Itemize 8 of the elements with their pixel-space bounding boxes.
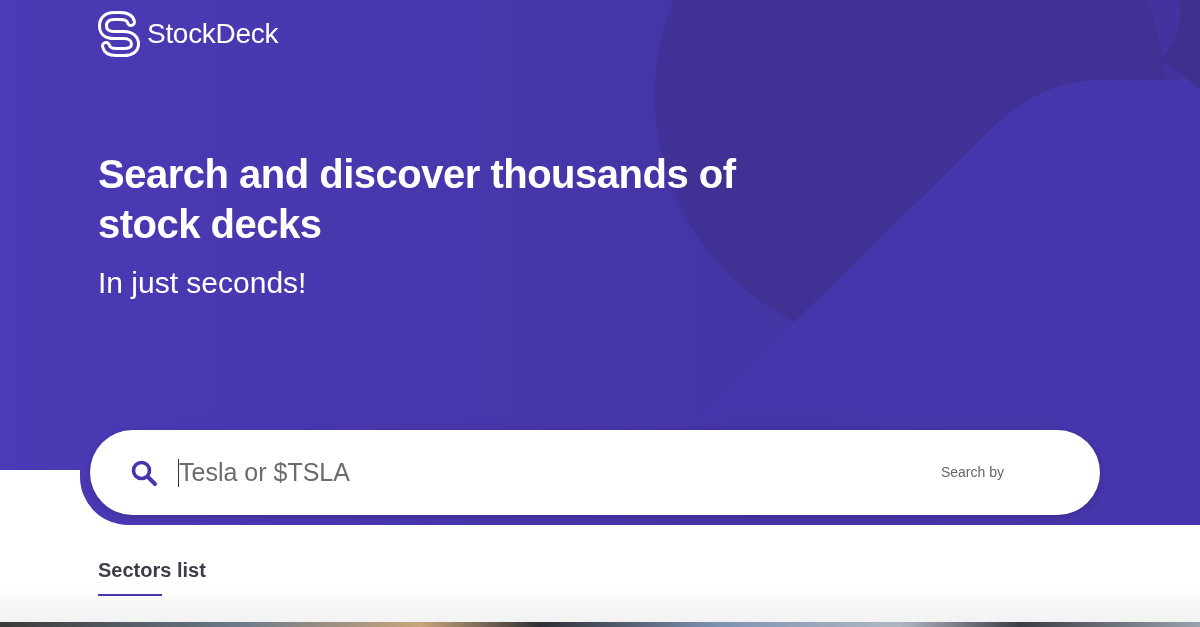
search-icon xyxy=(130,458,158,487)
hero-subtitle: In just seconds! xyxy=(98,265,307,301)
brand-name[interactable]: StockDeck xyxy=(147,13,279,55)
search-bar[interactable]: Tesla or $TSLA Search by xyxy=(90,430,1100,515)
search-by-label[interactable]: Search by xyxy=(940,462,1004,483)
section-heading: Sectors list xyxy=(98,558,206,583)
search-input[interactable]: Tesla or $TSLA xyxy=(179,452,941,493)
hero-title: Search and discover thousands of stock decks xyxy=(98,151,738,248)
